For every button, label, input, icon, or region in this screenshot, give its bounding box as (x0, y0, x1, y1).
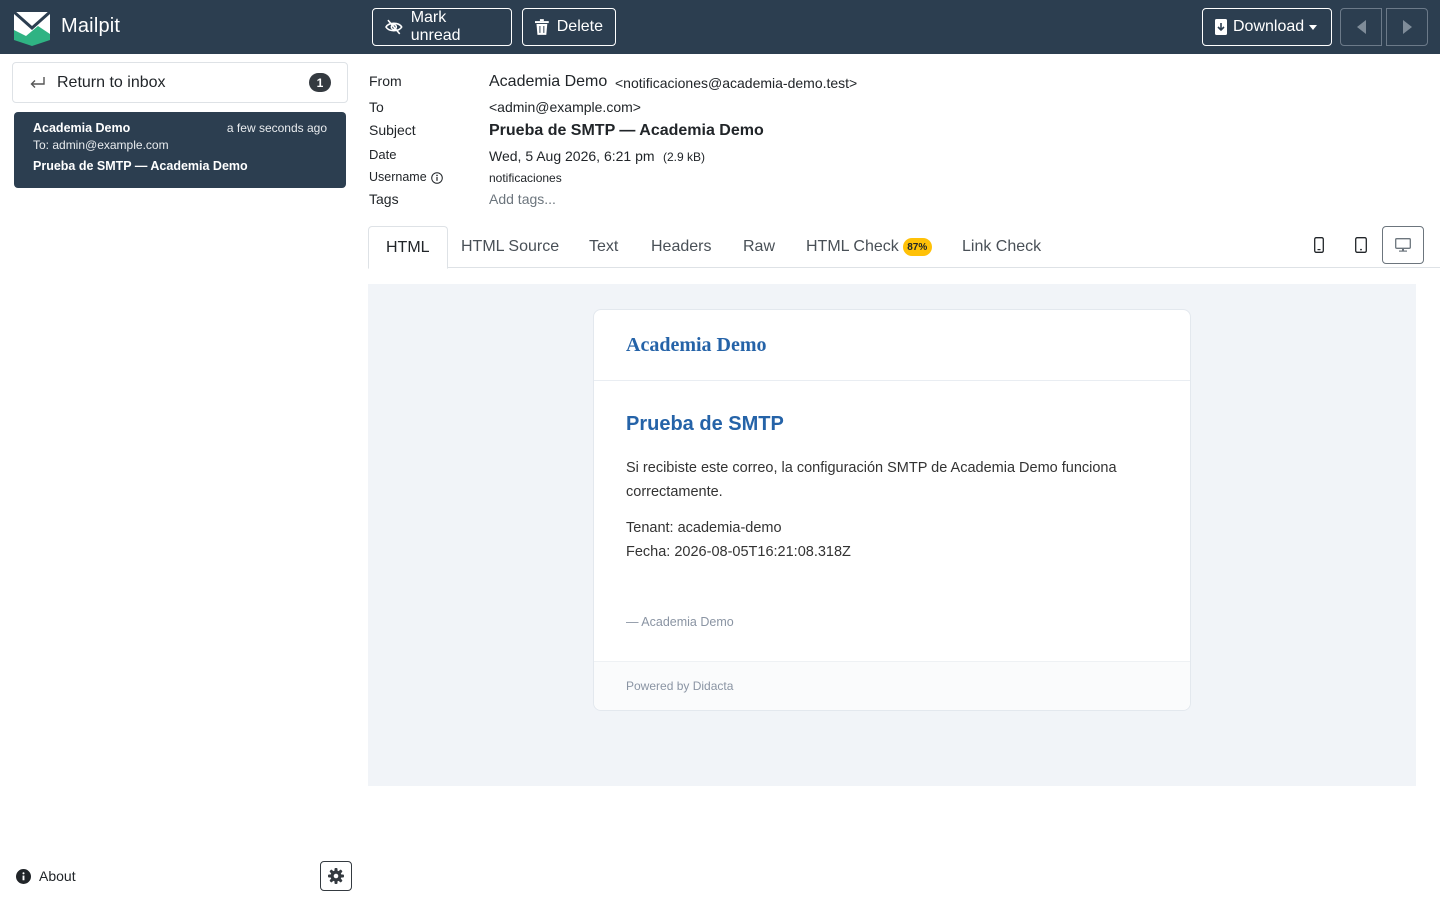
desktop-view-button[interactable] (1382, 226, 1424, 264)
tab-raw-label: Raw (743, 238, 776, 255)
mark-unread-button[interactable]: Mark unread (372, 8, 512, 46)
brand-logo-link[interactable]: Mailpit (12, 6, 120, 46)
download-label: Download (1233, 18, 1305, 35)
tab-html-source[interactable]: HTML Source (444, 226, 576, 268)
tab-link-check[interactable]: Link Check (945, 226, 1058, 268)
email-title: Prueba de SMTP (626, 413, 784, 435)
sidebar: Return to inbox 1 Academia Demo a few se… (0, 54, 360, 900)
message-to: To: admin@example.com (33, 138, 169, 152)
email-fecha: Fecha: 2026-08-05T16:21:08.318Z (626, 544, 851, 560)
email-paragraph: Si recibiste este correo, la configuraci… (626, 460, 1117, 500)
subject-label: Subject (369, 122, 416, 138)
gear-icon (328, 868, 344, 884)
download-file-icon (1215, 19, 1227, 35)
message-list-item[interactable]: Academia Demo a few seconds ago To: admi… (14, 112, 346, 188)
to-label: To (369, 99, 384, 115)
from-label: From (369, 73, 402, 89)
html-preview-frame: Academia Demo Prueba de SMTP Si recibist… (368, 284, 1416, 786)
mailpit-logo-icon (13, 10, 51, 46)
username-label: Username (369, 170, 427, 184)
info-circle-icon (16, 868, 31, 884)
delete-button[interactable]: Delete (522, 8, 616, 46)
date-label: Date (369, 147, 397, 162)
download-dropdown-button[interactable]: Download (1202, 8, 1332, 46)
html-check-score-badge: 87% (902, 238, 932, 256)
tab-headers-label: Headers (651, 238, 712, 255)
return-to-inbox-label: Return to inbox (57, 73, 166, 91)
to-value: <admin@example.com> (489, 99, 641, 115)
tab-text-label: Text (589, 238, 619, 255)
trash-icon (535, 19, 549, 35)
caret-right-icon (1402, 20, 1412, 34)
email-signature: — Academia Demo (626, 615, 734, 629)
tags-input[interactable]: Add tags... (489, 191, 556, 207)
message-size: (2.9 kB) (663, 150, 706, 164)
email-card: Academia Demo Prueba de SMTP Si recibist… (593, 309, 1191, 711)
subject-value: Prueba de SMTP — Academia Demo (489, 122, 764, 139)
return-arrow-icon (30, 76, 45, 88)
tab-raw[interactable]: Raw (726, 226, 792, 268)
username-value: notificaciones (489, 171, 562, 185)
settings-button[interactable] (320, 861, 352, 891)
email-footer: Powered by Didacta (594, 661, 1190, 710)
info-circle-outline-icon[interactable] (431, 172, 443, 184)
date-value: Wed, 5 Aug 2026, 6:21 pm (489, 148, 655, 164)
delete-label: Delete (556, 18, 603, 35)
unread-count-badge: 1 (309, 73, 331, 92)
view-tabs: HTML HTML Source Text Headers Raw HTML C… (368, 226, 1440, 269)
phone-icon (1314, 237, 1324, 253)
about-label: About (39, 868, 76, 884)
caret-left-icon (1356, 20, 1366, 34)
tablet-view-button[interactable] (1341, 226, 1381, 264)
tab-text[interactable]: Text (572, 226, 635, 268)
email-tenant: Tenant: academia-demo (626, 520, 782, 536)
tab-link-check-label: Link Check (962, 238, 1042, 255)
tablet-icon (1355, 237, 1367, 253)
phone-view-button[interactable] (1299, 226, 1339, 264)
message-time: a few seconds ago (226, 121, 327, 135)
tags-label: Tags (369, 191, 399, 207)
from-name: Academia Demo (489, 73, 608, 90)
message-subject: Prueba de SMTP — Academia Demo (33, 159, 248, 173)
tab-html-check[interactable]: HTML Check 87% (789, 226, 949, 268)
eye-slash-icon (385, 19, 403, 35)
email-brand: Academia Demo (626, 333, 767, 356)
about-link[interactable]: About (16, 868, 76, 884)
return-to-inbox-link[interactable]: Return to inbox 1 (12, 62, 348, 103)
tab-html[interactable]: HTML (368, 226, 448, 269)
mark-unread-label: Mark unread (410, 9, 461, 44)
desktop-icon (1395, 238, 1411, 252)
app-name: Mailpit (61, 14, 121, 37)
tab-html-label: HTML (386, 238, 430, 256)
caret-down-icon (1309, 24, 1318, 30)
message-from: Academia Demo (33, 121, 131, 135)
previous-message-button[interactable] (1340, 8, 1382, 46)
tab-headers[interactable]: Headers (634, 226, 728, 268)
top-navbar: Mailpit Mark unread Delete Download (0, 0, 1440, 54)
from-email: <notificaciones@academia-demo.test> (615, 75, 858, 91)
tab-html-check-label: HTML Check (806, 238, 899, 255)
next-message-button[interactable] (1386, 8, 1428, 46)
tab-html-source-label: HTML Source (461, 238, 560, 255)
